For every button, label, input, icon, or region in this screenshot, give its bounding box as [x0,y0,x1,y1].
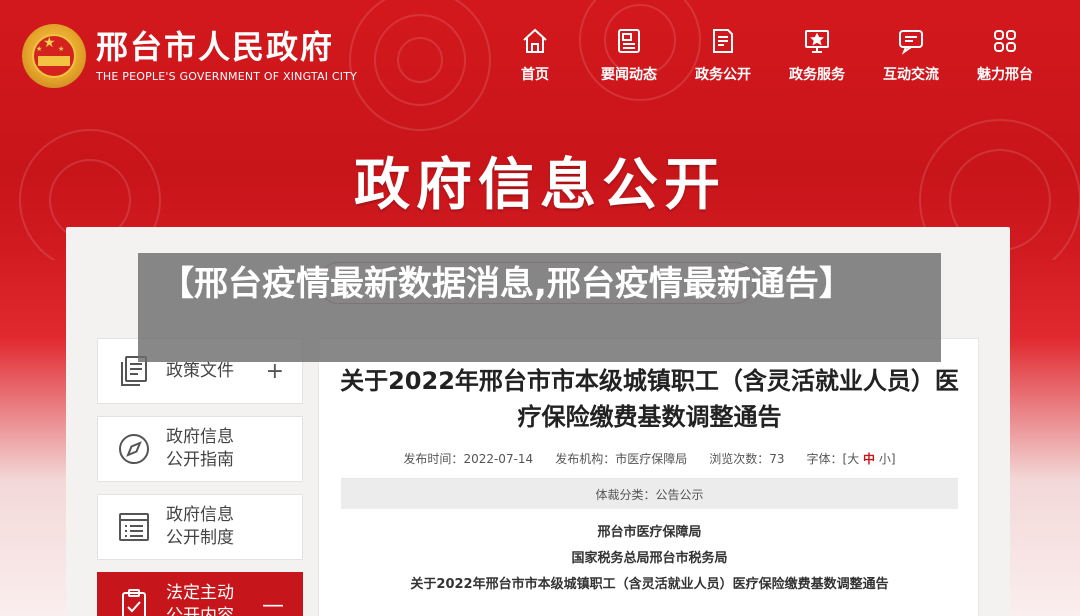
national-emblem-icon: ★ ★ ★ [22,24,86,88]
nav-label: 政务公开 [695,67,751,83]
nav-label: 政务服务 [789,67,845,83]
nav-item-charm[interactable]: 魅力邢台 [958,26,1052,84]
article-panel: 关于2022年邢台市市本级城镇职工（含灵活就业人员）医疗保险缴费基数调整通告 发… [318,338,979,616]
article-title: 关于2022年邢台市市本级城镇职工（含灵活就业人员）医疗保险缴费基数调整通告 [340,367,959,431]
overlay-headline: 【邢台疫情最新数据消息,邢台疫情最新通告】 [160,264,853,304]
font-small-button[interactable]: 小] [879,452,896,466]
sidebar-label: 政府信息公开制度 [166,505,234,548]
publish-org: 发布机构：市医疗保障局 [555,452,688,466]
sidebar-label: 政策文件 [166,360,234,381]
site-logo[interactable]: ★ ★ ★ 邢台市人民政府 THE PEOPLE'S GOVERNMENT OF… [22,24,357,88]
document-icon [708,26,738,56]
compass-icon [114,429,154,469]
nav-item-news[interactable]: 要闻动态 [582,26,676,84]
clipboard-icon [114,585,154,616]
nav-item-gov-service[interactable]: 政务服务 [770,26,864,84]
font-large-button[interactable]: [大 [843,452,860,466]
nav-label: 互动交流 [883,67,939,83]
home-icon [520,26,550,56]
chat-icon [896,26,926,56]
news-icon [614,26,644,56]
sidebar-item-statutory-content[interactable]: 法定主动公开内容 — [97,572,303,616]
site-subtitle: THE PEOPLE'S GOVERNMENT OF XINGTAI CITY [96,70,358,83]
nav-item-gov-open[interactable]: 政务公开 [676,26,770,84]
sidebar-item-disclosure-guide[interactable]: 政府信息公开指南 [97,416,303,482]
article-meta: 发布时间：2022-07-14 发布机构：市医疗保障局 浏览次数：73 字体：[… [341,439,958,479]
sidebar-label: 政府信息公开指南 [166,427,234,470]
nav-label: 魅力邢台 [977,67,1033,83]
body-line: 邢台市医疗保障局 [597,525,702,540]
nav-item-home[interactable]: 首页 [488,26,582,84]
expand-icon[interactable]: + [266,359,284,384]
site-title: 邢台市人民政府 [96,28,335,66]
category-bar: 体裁分类：公告公示 [341,479,958,509]
main-nav: 首页 要闻动态 政务公开 政务服务 互动交流 魅力邢台 [488,26,1052,84]
nav-item-interaction[interactable]: 互动交流 [864,26,958,84]
list-icon [114,507,154,547]
sidebar-label: 法定主动公开内容 [166,583,234,616]
nav-label: 要闻动态 [601,67,657,83]
publish-date: 发布时间：2022-07-14 [403,452,534,466]
font-size-switch: 字体：[大 中 小] [806,452,896,466]
view-count: 浏览次数：73 [709,452,785,466]
grid-icon [990,26,1020,56]
body-line: 关于2022年邢台市市本级城镇职工（含灵活就业人员）医疗保险缴费基数调整通告 [410,577,889,592]
monitor-star-icon [802,26,832,56]
collapse-icon[interactable]: — [262,593,284,616]
font-medium-button[interactable]: 中 [863,452,875,466]
nav-label: 首页 [521,67,549,83]
hero-title: 政府信息公开 [354,153,726,218]
sidebar-item-disclosure-system[interactable]: 政府信息公开制度 [97,494,303,560]
body-line: 国家税务总局邢台市税务局 [571,551,728,566]
